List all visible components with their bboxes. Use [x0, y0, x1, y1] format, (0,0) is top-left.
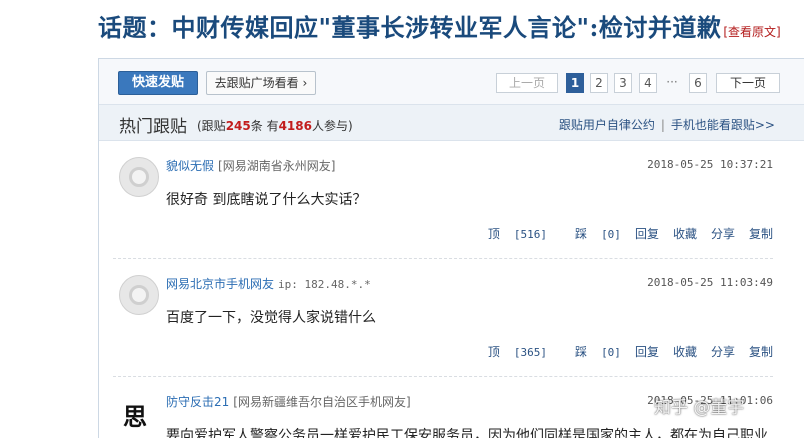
- comment-item: 貌似无假 [网易湖南省永州网友] 2018-05-25 10:37:21 很好奇 …: [99, 141, 804, 259]
- avatar[interactable]: [119, 157, 159, 197]
- comment-user: 网易北京市手机网友 ip: 182.48.*.*: [166, 275, 371, 292]
- copy-button[interactable]: 复制: [749, 345, 773, 359]
- comment-count: 245: [225, 119, 251, 133]
- prev-page-button[interactable]: 上一页: [496, 73, 558, 93]
- username-link[interactable]: 网易北京市手机网友: [166, 277, 274, 291]
- hot-comments-header: 热门跟贴 (跟贴245条 有4186人参与) 跟贴用户自律公约 | 手机也能看跟贴>…: [99, 105, 804, 141]
- comment-user: 防守反击21 [网易新疆维吾尔自治区手机网友]: [166, 393, 411, 410]
- chevron-right-icon: ›: [302, 76, 308, 90]
- quick-post-button[interactable]: 快速发贴: [118, 71, 198, 95]
- username-link[interactable]: 防守反击21: [166, 395, 229, 409]
- comment-text: 要向爱护军人警察公务员一样爱护民工保安服务员，因为他们同样是国家的主人，都在为自…: [166, 428, 768, 438]
- upvote-button[interactable]: 顶 [365]: [474, 345, 547, 359]
- stats-suffix: 人参与): [311, 119, 353, 133]
- stats-mid: 条 有: [250, 119, 279, 133]
- page-ellipsis: ···: [666, 75, 678, 89]
- user-ip: ip: 182.48.*.*: [278, 278, 371, 291]
- downvote-count: [0]: [601, 346, 621, 359]
- comment-actions: 顶 [516] 踩 [0] 回复 收藏 分享 复制: [460, 225, 773, 242]
- hot-links: 跟贴用户自律公约 | 手机也能看跟贴>>: [559, 116, 775, 133]
- downvote-button[interactable]: 踩 [0]: [561, 345, 621, 359]
- upvote-count: [365]: [513, 346, 548, 359]
- favorite-button[interactable]: 收藏: [673, 345, 697, 359]
- downvote-count: [0]: [601, 228, 621, 241]
- hot-comments-stats: (跟贴245条 有4186人参与): [197, 117, 353, 134]
- comment-item: 网易北京市手机网友 ip: 182.48.*.* 2018-05-25 11:03…: [99, 259, 804, 377]
- downvote-label: 踩: [575, 345, 588, 359]
- page-1-button[interactable]: 1: [566, 73, 584, 93]
- topic-title-row: 话题：中财传媒回应"董事长涉转业军人言论":检讨并道歉 [查看原文]: [98, 8, 781, 44]
- copy-button[interactable]: 复制: [749, 227, 773, 241]
- rules-link[interactable]: 跟贴用户自律公约: [559, 118, 655, 132]
- comment-text: 百度了一下，没觉得人家说错什么: [166, 310, 376, 326]
- favorite-button[interactable]: 收藏: [673, 227, 697, 241]
- plaza-button-label: 去跟贴广场看看: [214, 76, 299, 90]
- zhihu-watermark: 知乎 @董宇: [654, 398, 745, 418]
- upvote-label: 顶: [487, 345, 500, 359]
- next-page-button[interactable]: 下一页: [716, 73, 780, 93]
- toolbar: 快速发贴 去跟贴广场看看 › 上一页 1 2 3 4 ··· 6 下一页: [99, 59, 804, 105]
- view-original-link[interactable]: [查看原文]: [723, 25, 780, 39]
- comment-actions: 顶 [365] 踩 [0] 回复 收藏 分享 复制: [460, 343, 773, 360]
- user-location: [网易湖南省永州网友]: [218, 159, 336, 173]
- comment-time: 2018-05-25 10:37:21: [647, 158, 773, 171]
- mobile-link[interactable]: 手机也能看跟贴>>: [671, 118, 775, 132]
- page-3-button[interactable]: 3: [614, 73, 632, 93]
- username-link[interactable]: 貌似无假: [166, 159, 214, 173]
- plaza-button[interactable]: 去跟贴广场看看 ›: [206, 71, 316, 95]
- avatar[interactable]: [119, 275, 159, 315]
- default-avatar-icon: [129, 285, 149, 305]
- comments-panel: 快速发贴 去跟贴广场看看 › 上一页 1 2 3 4 ··· 6 下一页 热门跟…: [98, 58, 804, 438]
- share-button[interactable]: 分享: [711, 227, 735, 241]
- link-separator: |: [660, 118, 665, 132]
- comment-time: 2018-05-25 11:03:49: [647, 276, 773, 289]
- reply-button[interactable]: 回复: [635, 345, 659, 359]
- user-location: [网易新疆维吾尔自治区手机网友]: [233, 395, 411, 409]
- downvote-button[interactable]: 踩 [0]: [561, 227, 621, 241]
- participant-count: 4186: [278, 119, 312, 133]
- comment-text: 很好奇 到底瞎说了什么大实话？: [166, 192, 367, 208]
- comment-user: 貌似无假 [网易湖南省永州网友]: [166, 157, 335, 174]
- reply-button[interactable]: 回复: [635, 227, 659, 241]
- page-6-button[interactable]: 6: [689, 73, 707, 93]
- topic-title: 话题：中财传媒回应"董事长涉转业军人言论":检讨并道歉: [98, 13, 722, 42]
- downvote-label: 踩: [575, 227, 588, 241]
- avatar[interactable]: 思: [123, 397, 147, 432]
- default-avatar-icon: [129, 167, 149, 187]
- hot-comments-title: 热门跟贴: [119, 117, 187, 137]
- upvote-label: 顶: [487, 227, 500, 241]
- page-2-button[interactable]: 2: [590, 73, 608, 93]
- share-button[interactable]: 分享: [711, 345, 735, 359]
- upvote-button[interactable]: 顶 [516]: [474, 227, 547, 241]
- upvote-count: [516]: [513, 228, 548, 241]
- page-4-button[interactable]: 4: [639, 73, 657, 93]
- stats-prefix: (跟贴: [197, 119, 226, 133]
